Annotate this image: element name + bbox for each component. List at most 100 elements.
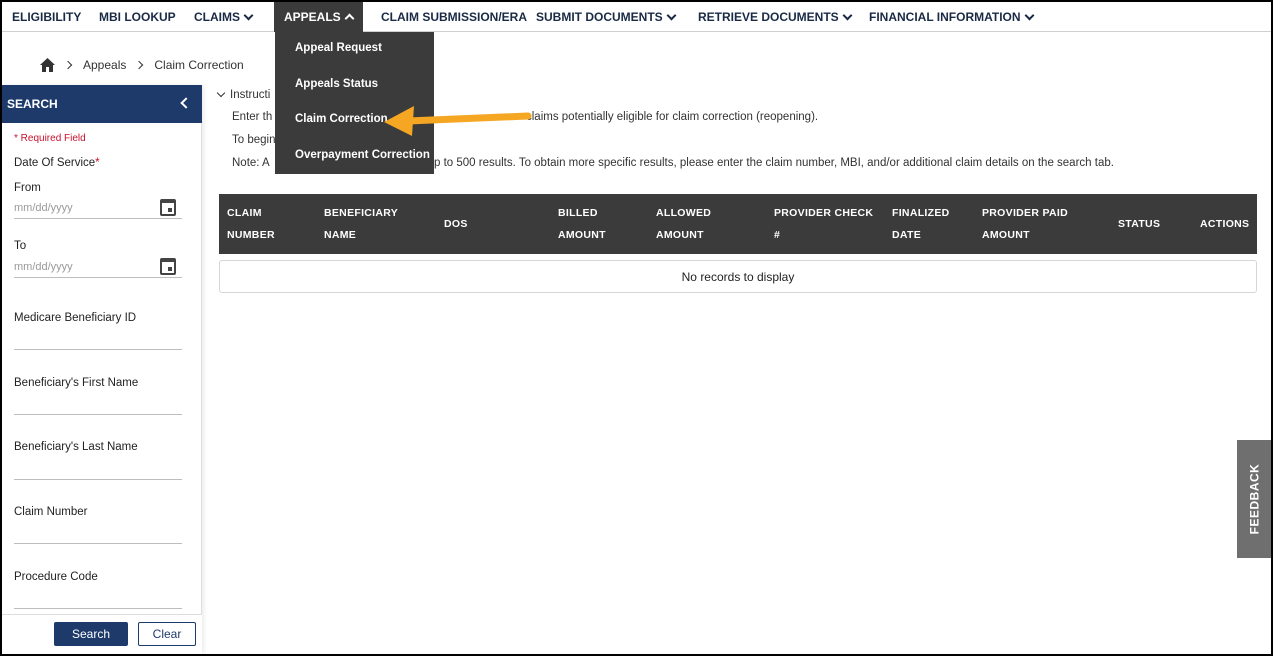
last-name-input[interactable] xyxy=(14,458,182,480)
col-claim-number-line1: CLAIM xyxy=(227,207,262,219)
col-status-line1: STATUS xyxy=(1118,218,1161,230)
nav-claim-submission-label: CLAIM SUBMISSION/ERA xyxy=(381,10,528,24)
search-sidebar: SEARCH * Required Field Date Of Service*… xyxy=(2,85,202,654)
col-finalized-date-line2: DATE xyxy=(892,229,922,241)
nav-eligibility[interactable]: ELIGIBILITY xyxy=(12,2,81,32)
calendar-icon[interactable] xyxy=(160,199,176,216)
col-beneficiary-name[interactable]: BENEFICIARY NAME xyxy=(324,202,398,246)
sidebar-header: SEARCH xyxy=(2,85,202,123)
nav-appeals-label: APPEALS xyxy=(284,10,341,24)
col-provider-check-line1: PROVIDER CHECK xyxy=(774,207,874,219)
from-date-placeholder: mm/dd/yyyy xyxy=(14,201,73,214)
nav-retrieve-documents[interactable]: RETRIEVE DOCUMENTS xyxy=(698,2,853,32)
chevron-down-icon xyxy=(243,10,254,20)
top-navigation: ELIGIBILITY MBI LOOKUP CLAIMS APPEALS CL… xyxy=(2,2,1271,32)
nav-eligibility-label: ELIGIBILITY xyxy=(12,10,82,24)
nav-financial-information[interactable]: FINANCIAL INFORMATION xyxy=(869,2,1034,32)
col-claim-number[interactable]: CLAIM NUMBER xyxy=(227,202,275,246)
calendar-icon[interactable] xyxy=(160,258,176,275)
feedback-tab[interactable]: FEEDBACK xyxy=(1237,440,1271,558)
instructions-line-2-left: To begin xyxy=(232,134,276,146)
col-finalized-date-line1: FINALIZED xyxy=(892,207,950,219)
col-status[interactable]: STATUS xyxy=(1118,213,1160,235)
chevron-right-icon xyxy=(63,60,73,70)
nav-retrieve-documents-label: RETRIEVE DOCUMENTS xyxy=(698,10,839,24)
claim-number-input[interactable] xyxy=(14,522,182,544)
chevron-left-icon[interactable] xyxy=(180,97,192,109)
sidebar-title: SEARCH xyxy=(7,97,58,111)
nav-claim-submission-era[interactable]: CLAIM SUBMISSION/ERA xyxy=(381,2,527,32)
claim-number-label: Claim Number xyxy=(14,506,88,518)
col-allowed-amount-line2: AMOUNT xyxy=(656,229,704,241)
col-allowed-amount-line1: ALLOWED xyxy=(656,207,712,219)
nav-submit-documents[interactable]: SUBMIT DOCUMENTS xyxy=(536,2,677,32)
instructions-line-3-left: Note: A xyxy=(232,157,270,169)
mbi-label: Medicare Beneficiary ID xyxy=(14,312,137,324)
col-dos-line1: DOS xyxy=(444,218,468,230)
instructions-toggle[interactable]: Instructi xyxy=(216,88,271,101)
from-date-input[interactable]: mm/dd/yyyy xyxy=(14,197,182,219)
col-beneficiary-name-line1: BENEFICIARY xyxy=(324,207,399,219)
nav-appeals[interactable]: APPEALS xyxy=(274,2,363,32)
to-label: To xyxy=(14,240,27,252)
chevron-down-icon xyxy=(216,88,226,98)
col-beneficiary-name-line2: NAME xyxy=(324,229,357,241)
instructions-line-1-left: Enter th xyxy=(232,111,273,123)
col-actions: ACTIONS xyxy=(1200,213,1249,235)
results-table-header: CLAIM NUMBER BENEFICIARY NAME DOS BILLED AM… xyxy=(219,194,1257,254)
menu-item-appeal-request[interactable]: Appeal Request xyxy=(295,42,382,54)
menu-item-overpayment-correction[interactable]: Overpayment Correction xyxy=(295,149,430,161)
instructions-line-3-right: p to 500 results. To obtain more specifi… xyxy=(434,157,1114,169)
col-billed-amount[interactable]: BILLED AMOUNT xyxy=(558,202,606,246)
required-field-note: * Required Field xyxy=(14,133,86,144)
to-date-input[interactable]: mm/dd/yyyy xyxy=(14,256,182,278)
chevron-down-icon xyxy=(1024,10,1034,20)
nav-claims[interactable]: CLAIMS xyxy=(194,2,254,32)
mbi-input[interactable] xyxy=(14,328,182,350)
last-name-label: Beneficiary's Last Name xyxy=(14,441,138,453)
col-billed-amount-line2: AMOUNT xyxy=(558,229,606,241)
instructions-toggle-label: Instructi xyxy=(230,89,271,101)
col-provider-paid-amount[interactable]: PROVIDER PAID AMOUNT xyxy=(982,202,1068,246)
breadcrumb-appeals[interactable]: Appeals xyxy=(83,58,126,72)
col-allowed-amount[interactable]: ALLOWED AMOUNT xyxy=(656,202,711,246)
chevron-down-icon xyxy=(842,10,853,20)
sidebar-footer: Search Clear xyxy=(2,614,202,654)
procedure-code-label: Procedure Code xyxy=(14,571,98,583)
nav-mbi-lookup-label: MBI LOOKUP xyxy=(99,10,176,24)
col-claim-number-line2: NUMBER xyxy=(227,229,275,241)
chevron-up-icon xyxy=(344,13,355,24)
annotation-arrow-icon xyxy=(384,106,532,136)
col-provider-paid-line2: AMOUNT xyxy=(982,229,1030,241)
col-dos[interactable]: DOS xyxy=(444,213,468,235)
first-name-input[interactable] xyxy=(14,393,182,415)
date-of-service-text: Date Of Service xyxy=(14,157,96,169)
date-of-service-label: Date Of Service* xyxy=(14,157,100,169)
nav-mbi-lookup[interactable]: MBI LOOKUP xyxy=(99,2,176,32)
breadcrumb-current: Claim Correction xyxy=(154,58,244,72)
menu-item-appeals-status[interactable]: Appeals Status xyxy=(295,78,378,90)
to-date-placeholder: mm/dd/yyyy xyxy=(14,260,73,273)
required-star: * xyxy=(95,157,100,169)
chevron-down-icon xyxy=(666,10,677,20)
nav-financial-information-label: FINANCIAL INFORMATION xyxy=(869,10,1021,24)
col-provider-check[interactable]: PROVIDER CHECK # xyxy=(774,202,873,246)
no-records-message: No records to display xyxy=(219,260,1257,293)
feedback-label: FEEDBACK xyxy=(1247,463,1262,535)
first-name-label: Beneficiary's First Name xyxy=(14,377,139,389)
nav-claims-label: CLAIMS xyxy=(194,10,240,24)
procedure-code-input[interactable] xyxy=(14,587,182,609)
col-provider-paid-line1: PROVIDER PAID xyxy=(982,207,1068,219)
menu-item-claim-correction[interactable]: Claim Correction xyxy=(295,113,388,125)
search-button[interactable]: Search xyxy=(54,622,128,646)
nav-submit-documents-label: SUBMIT DOCUMENTS xyxy=(536,10,663,24)
breadcrumb: Appeals Claim Correction xyxy=(40,56,244,74)
chevron-right-icon xyxy=(135,60,144,70)
col-actions-line1: ACTIONS xyxy=(1200,218,1250,230)
home-icon[interactable] xyxy=(40,58,55,72)
col-billed-amount-line1: BILLED xyxy=(558,207,598,219)
instructions-line-1-right: claims potentially eligible for claim co… xyxy=(526,111,819,123)
col-finalized-date[interactable]: FINALIZED DATE xyxy=(892,202,950,246)
col-provider-check-line2: # xyxy=(774,229,781,241)
clear-button[interactable]: Clear xyxy=(138,622,196,646)
